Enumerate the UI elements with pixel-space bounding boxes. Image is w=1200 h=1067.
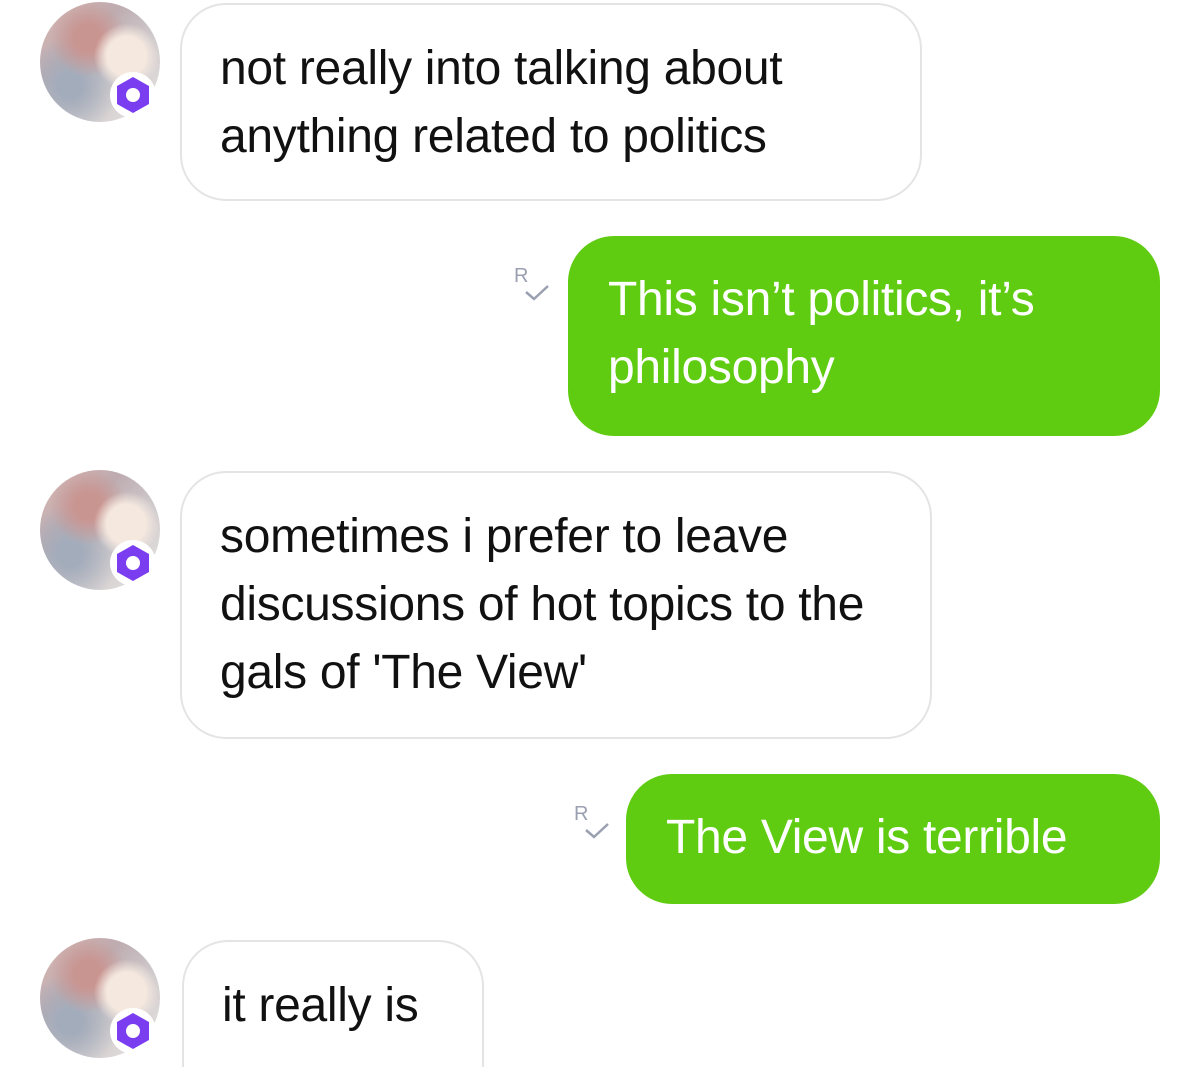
svg-text:R: R [514, 265, 528, 287]
svg-text:R: R [574, 803, 588, 825]
avatar[interactable] [40, 938, 160, 1058]
read-receipt-icon: R [512, 262, 552, 306]
message-text: sometimes i prefer to leave discussions … [220, 510, 865, 699]
incoming-message-bubble[interactable]: sometimes i prefer to leave discussions … [180, 471, 932, 739]
avatar[interactable] [40, 2, 160, 122]
hexagon-badge-icon [110, 540, 156, 586]
message-text: This isn’t politics, it’s philosophy [608, 273, 1035, 394]
read-receipt-icon: R [572, 800, 612, 844]
hexagon-badge-icon [110, 1008, 156, 1054]
incoming-message-bubble[interactable]: not really into talking about anything r… [180, 3, 922, 201]
message-text: The View is terrible [666, 811, 1068, 864]
message-text: not really into talking about anything r… [220, 42, 783, 163]
outgoing-message-bubble[interactable]: The View is terrible [626, 774, 1160, 904]
incoming-message-bubble[interactable]: it really is [182, 940, 484, 1067]
avatar[interactable] [40, 470, 160, 590]
chat-thread: not really into talking about anything r… [0, 0, 1200, 1067]
hexagon-badge-icon [110, 72, 156, 118]
outgoing-message-bubble[interactable]: This isn’t politics, it’s philosophy [568, 236, 1160, 436]
message-text: it really is [222, 979, 419, 1032]
